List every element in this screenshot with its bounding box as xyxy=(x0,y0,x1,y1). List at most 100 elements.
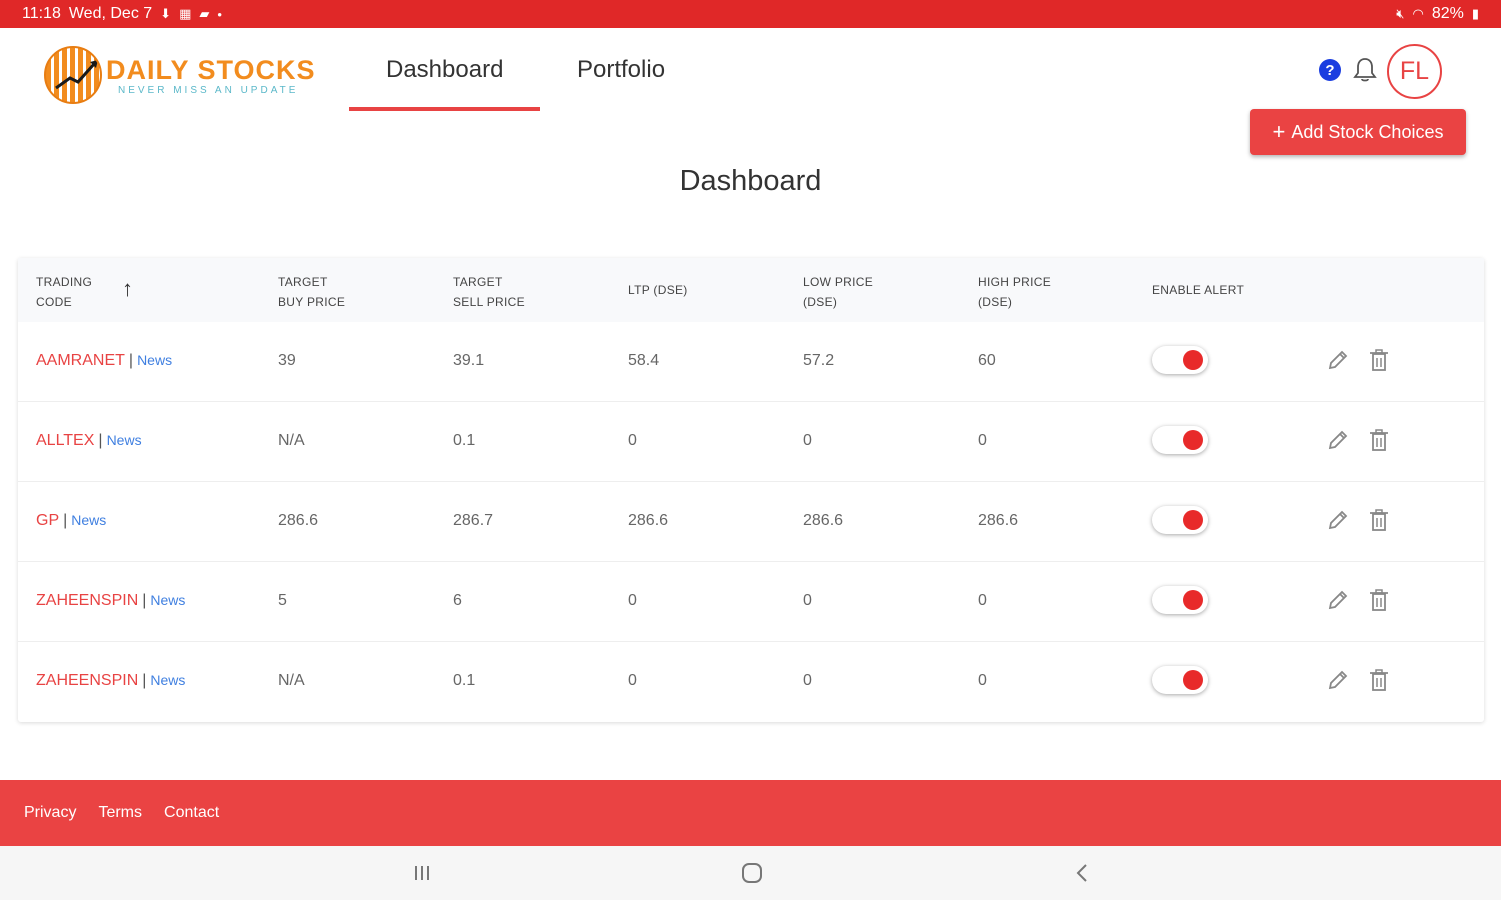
toggle-knob xyxy=(1183,350,1203,370)
pencil-icon[interactable] xyxy=(1326,588,1350,612)
trash-icon[interactable] xyxy=(1368,668,1390,692)
sort-ascending-icon[interactable]: ↑ xyxy=(122,276,133,302)
enable-alert-toggle[interactable] xyxy=(1152,586,1208,614)
app-root: 11:18 Wed, Dec 7 ⬇ ▦ ▰ • 🔇︎ ◠ 82% ▮ DAIL… xyxy=(0,0,1501,900)
footer-terms-link[interactable]: Terms xyxy=(98,804,142,822)
pencil-icon[interactable] xyxy=(1326,508,1350,532)
status-right: 🔇︎ ◠ 82% ▮ xyxy=(1396,5,1479,23)
dot-icon: • xyxy=(217,6,222,22)
target-buy-cell: 39 xyxy=(278,352,296,369)
trash-icon[interactable] xyxy=(1368,508,1390,532)
footer-contact-link[interactable]: Contact xyxy=(164,804,219,822)
target-buy-cell: N/A xyxy=(278,672,305,689)
wifi-icon: ◠ xyxy=(1412,6,1424,21)
download-icon: ⬇ xyxy=(160,6,172,21)
low-price-cell: 0 xyxy=(803,672,812,689)
header-line: LOW PRICE xyxy=(803,275,874,289)
header-high-price: HIGH PRICE (DSE) xyxy=(978,272,1051,312)
header-line: HIGH PRICE xyxy=(978,275,1052,289)
ltp-cell: 286.6 xyxy=(628,512,669,529)
battery-icon: ▮ xyxy=(1471,6,1479,21)
header-line: (DSE) xyxy=(978,295,1013,309)
tab-portfolio[interactable]: Portfolio xyxy=(577,56,665,84)
pencil-icon[interactable] xyxy=(1326,668,1350,692)
mute-icon: 🔇︎ xyxy=(1396,6,1405,21)
high-price-cell: 0 xyxy=(978,672,987,689)
enable-alert-toggle[interactable] xyxy=(1152,666,1208,694)
enable-alert-toggle[interactable] xyxy=(1152,426,1208,454)
ltp-cell: 0 xyxy=(628,592,637,609)
header-line: CODE xyxy=(36,295,72,309)
header-enable-alert: ENABLE ALERT xyxy=(1152,283,1245,297)
toggle-knob xyxy=(1183,670,1203,690)
logo-text: DAILY STOCKS NEVER MISS AN UPDATE xyxy=(106,55,316,96)
news-link[interactable]: News xyxy=(150,592,185,608)
footer-privacy-link[interactable]: Privacy xyxy=(24,804,76,822)
high-price-cell: 0 xyxy=(978,592,987,609)
target-buy-cell: 5 xyxy=(278,592,287,609)
tab-dashboard[interactable]: Dashboard xyxy=(386,56,503,84)
header-line: SELL PRICE xyxy=(453,295,525,309)
enable-alert-toggle[interactable] xyxy=(1152,506,1208,534)
table-row: ZAHEENSPIN | News N/A 0.1 0 0 0 xyxy=(18,642,1484,722)
user-avatar[interactable]: FL xyxy=(1387,44,1442,99)
news-link[interactable]: News xyxy=(150,672,185,688)
table-row: ALLTEX | News N/A 0.1 0 0 0 xyxy=(18,402,1484,482)
pencil-icon[interactable] xyxy=(1326,428,1350,452)
status-left: 11:18 Wed, Dec 7 ⬇ ▦ ▰ • xyxy=(22,5,222,23)
header-ltp: LTP (DSE) xyxy=(628,283,688,297)
stock-code-link[interactable]: AAMRANET xyxy=(36,352,125,369)
high-price-cell: 60 xyxy=(978,352,996,369)
trash-icon[interactable] xyxy=(1368,588,1390,612)
home-icon[interactable] xyxy=(737,858,767,888)
folder-icon: ▰ xyxy=(199,6,210,21)
target-sell-cell: 6 xyxy=(453,592,462,609)
trading-code-cell: ALLTEX | News xyxy=(36,432,142,450)
stock-code-link[interactable]: ALLTEX xyxy=(36,432,94,449)
stock-code-link[interactable]: ZAHEENSPIN xyxy=(36,672,138,689)
ltp-cell: 58.4 xyxy=(628,352,660,369)
high-price-cell: 0 xyxy=(978,432,987,449)
trading-code-cell: AAMRANET | News xyxy=(36,352,172,370)
pencil-icon[interactable] xyxy=(1326,348,1350,372)
trash-icon[interactable] xyxy=(1368,348,1390,372)
add-stock-choices-label: Add Stock Choices xyxy=(1291,121,1444,142)
system-navigation-bar xyxy=(0,846,1501,900)
header-trading-code[interactable]: TRADING CODE xyxy=(36,272,92,312)
table-row: GP | News 286.6 286.7 286.6 286.6 286.6 xyxy=(18,482,1484,562)
ltp-cell: 0 xyxy=(628,432,637,449)
toggle-knob xyxy=(1183,510,1203,530)
active-tab-indicator xyxy=(349,107,540,111)
stock-table: TRADING CODE ↑ TARGET BUY PRICE TARGET S… xyxy=(18,258,1484,722)
recent-apps-icon[interactable] xyxy=(407,858,437,888)
header-line: TARGET xyxy=(453,275,503,289)
low-price-cell: 0 xyxy=(803,592,812,609)
header-target-buy-price: TARGET BUY PRICE xyxy=(278,272,345,312)
header-line: (DSE) xyxy=(803,295,838,309)
enable-alert-toggle[interactable] xyxy=(1152,346,1208,374)
trash-icon[interactable] xyxy=(1368,428,1390,452)
stock-code-link[interactable]: GP xyxy=(36,512,59,529)
separator: | xyxy=(98,432,103,449)
table-row: AAMRANET | News 39 39.1 58.4 57.2 60 xyxy=(18,322,1484,402)
help-icon[interactable]: ? xyxy=(1319,59,1341,81)
target-sell-cell: 39.1 xyxy=(453,352,485,369)
low-price-cell: 0 xyxy=(803,432,812,449)
target-sell-cell: 0.1 xyxy=(453,672,476,689)
news-link[interactable]: News xyxy=(71,512,106,528)
back-icon[interactable] xyxy=(1067,858,1097,888)
news-link[interactable]: News xyxy=(107,432,142,448)
toggle-knob xyxy=(1183,590,1203,610)
low-price-cell: 286.6 xyxy=(803,512,844,529)
stock-code-link[interactable]: ZAHEENSPIN xyxy=(36,592,138,609)
news-link[interactable]: News xyxy=(137,352,172,368)
bell-icon[interactable] xyxy=(1352,56,1378,84)
separator: | xyxy=(142,592,147,609)
target-sell-cell: 0.1 xyxy=(453,432,476,449)
battery-level: 82% xyxy=(1431,5,1464,22)
calendar-icon: ▦ xyxy=(179,6,192,21)
brand-logo[interactable]: DAILY STOCKS NEVER MISS AN UPDATE xyxy=(44,46,316,104)
header-target-sell-price: TARGET SELL PRICE xyxy=(453,272,525,312)
table-header: TRADING CODE ↑ TARGET BUY PRICE TARGET S… xyxy=(18,258,1484,322)
add-stock-choices-button[interactable]: + Add Stock Choices xyxy=(1250,109,1466,155)
